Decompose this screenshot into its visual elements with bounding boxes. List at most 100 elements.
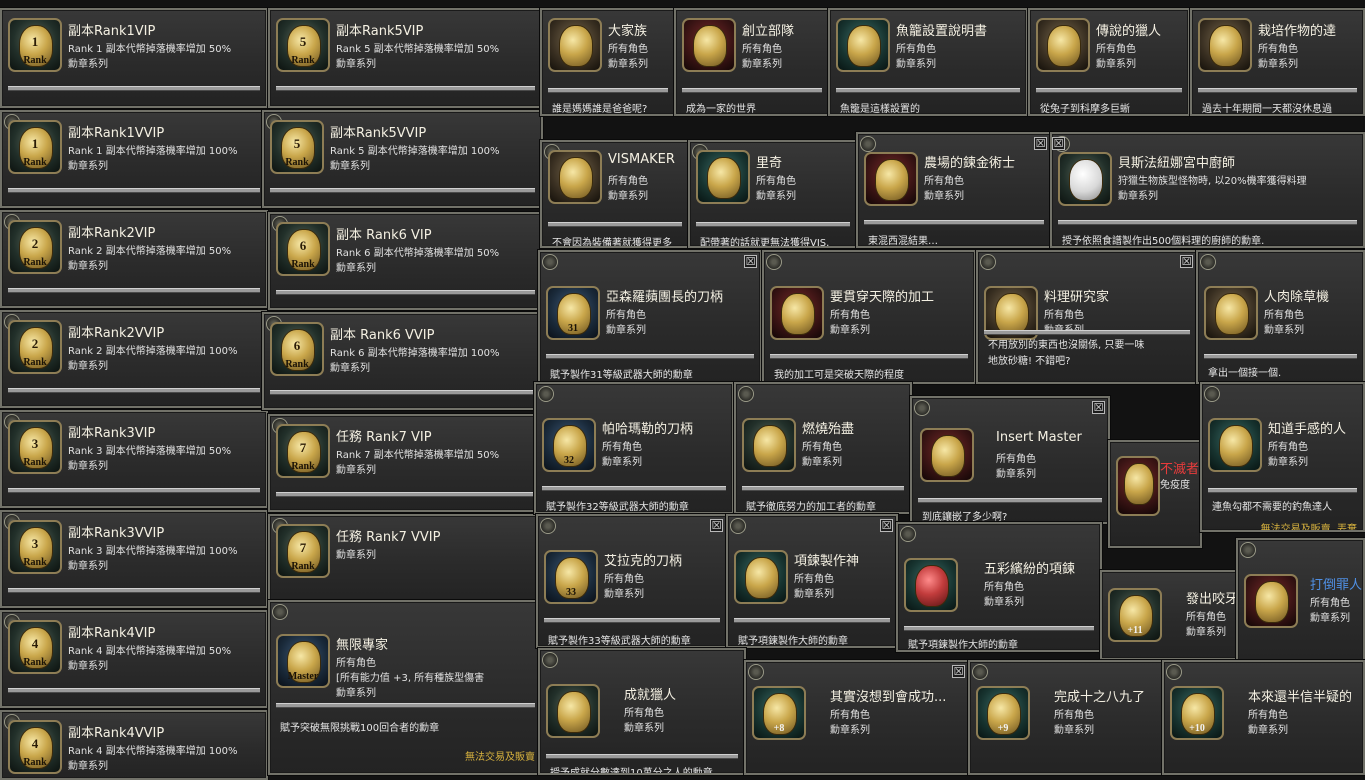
tooltip-farm-alchemist: ☒ 農場的鍊金術士 所有角色 勳章系列 東混西混結果… — [855, 131, 1053, 249]
ornament-icon — [748, 664, 764, 680]
item-desc: 授予成就分數達到10萬分之人的勳章 — [550, 768, 713, 775]
item-name: 要貫穿天際的加工 — [830, 290, 935, 305]
divider — [904, 626, 1094, 631]
item-series: 勳章系列 — [1258, 59, 1298, 70]
divider — [8, 86, 260, 91]
item-desc: 誰是媽媽誰是爸爸呢? — [552, 104, 648, 115]
item-roles: 所有角色 — [608, 176, 648, 187]
item-roles: 所有角色 — [1310, 598, 1350, 609]
master-crown-icon: Master — [276, 634, 330, 688]
tooltip-colorful-necklace: 五彩繽紛的項鍊 所有角色 勳章系列 賦予項鍊製作大師的勳章 — [895, 521, 1103, 653]
item-series: 勳章系列 — [602, 457, 642, 468]
tooltip-pahamal-hilt: 32 帕哈瑪勒的刀柄 所有角色 勳章系列 賦予製作32等級武器大師的勳章 — [533, 381, 735, 515]
item-name: 大家族 — [608, 24, 648, 39]
item-roles: 所有角色 — [604, 574, 644, 585]
close-icon[interactable]: ☒ — [952, 665, 965, 678]
item-desc: 賦予突破無限挑戰100回合者的勳章 — [280, 723, 440, 734]
rank-medal-icon: 5 Rank — [276, 18, 330, 72]
unit-icon — [682, 18, 736, 72]
item-name: 完成十之八九了 — [1054, 690, 1146, 705]
ornament-icon — [542, 652, 558, 668]
item-series: 勳章系列 — [336, 59, 376, 70]
ornament-icon — [738, 386, 754, 402]
ornament-icon — [272, 604, 288, 620]
item-name: 其實沒想到會成功... — [830, 690, 947, 705]
sword-hilt-icon: 31 — [546, 286, 600, 340]
close-icon[interactable]: ☒ — [710, 519, 723, 532]
vismaker-icon — [548, 150, 602, 204]
item-name: 傳說的獵人 — [1096, 24, 1162, 39]
item-desc: 賦予製作32等級武器大師的勳章 — [546, 502, 689, 513]
item-roles: 所有角色 — [624, 708, 664, 719]
item-effect: Rank 1 副本代幣掉落機率增加 100% — [68, 146, 238, 157]
item-effect: Rank 4 副本代幣掉落機率增加 100% — [68, 746, 238, 757]
item-name: 五彩繽紛的項鍊 — [984, 562, 1076, 577]
item-roles: 所有角色 — [794, 574, 834, 585]
item-name: 知道手感的人 — [1268, 422, 1347, 437]
tooltip-rank2-vvip: 2 Rank 副本Rank2VVIP Rank 2 副本代幣掉落機率增加 100%… — [0, 309, 269, 409]
tooltip-legendary-hunter: 傳說的獵人 所有角色 勳章系列 從兔子到科摩多巨蜥 — [1027, 7, 1191, 117]
item-series: 勳章系列 — [330, 161, 370, 172]
rank-medal-icon: 3 Rank — [8, 520, 62, 574]
rank-medal-icon: 7 Rank — [276, 524, 330, 578]
close-icon[interactable]: ☒ — [1034, 137, 1047, 150]
ornament-icon — [972, 664, 988, 680]
tooltip-human-mower: 人肉除草機 所有角色 勳章系列 拿出一個接一個. — [1195, 249, 1365, 385]
item-effect: Rank 6 副本代幣掉落機率增加 100% — [330, 348, 500, 359]
item-name: 艾拉克的刀柄 — [604, 554, 683, 569]
item-desc: 不用放別的東西也沒關係, 只要一味 — [988, 340, 1145, 351]
ornament-icon — [766, 254, 782, 270]
item-effect: Rank 5 副本代幣掉落機率增加 50% — [336, 44, 500, 55]
divider — [8, 288, 260, 293]
alchemist-icon — [864, 152, 918, 206]
item-series: 勳章系列 — [606, 325, 646, 336]
item-name: 副本Rank1VVIP — [68, 126, 165, 141]
plus9-icon: +9 — [976, 686, 1030, 740]
close-icon[interactable]: ☒ — [1052, 137, 1065, 150]
rank-medal-icon: 7 Rank — [276, 424, 330, 478]
tooltip-rank4-vip: 4 Rank 副本Rank4VIP Rank 4 副本代幣掉落機率增加 50% 勳… — [0, 609, 269, 709]
rank-medal-icon: 1 Rank — [8, 18, 62, 72]
item-roles: 所有角色 — [802, 442, 842, 453]
divider — [544, 618, 720, 623]
close-icon[interactable]: ☒ — [880, 519, 893, 532]
divider — [1198, 88, 1357, 93]
ornament-icon — [914, 400, 930, 416]
close-icon[interactable]: ☒ — [744, 255, 757, 268]
tooltip-gnashing: +11 發出咬牙 所有角色 勳章系列 — [1099, 569, 1241, 661]
item-roles: 所有角色 — [1268, 442, 1308, 453]
rank-medal-icon: 2 Rank — [8, 320, 62, 374]
trade-restriction: 無法交易及販賣, 丟棄 — [1260, 524, 1357, 532]
divider — [546, 754, 738, 759]
ornament-icon — [980, 254, 996, 270]
rank-medal-icon: 4 Rank — [8, 720, 62, 774]
item-series: 勳章系列 — [924, 191, 964, 202]
item-name: 副本Rank5VVIP — [330, 126, 427, 141]
item-name: 項鍊製作神 — [794, 554, 860, 569]
tooltip-rank5-vvip: 5 Rank 副本Rank5VVIP Rank 5 副本代幣掉落機率增加 100%… — [261, 109, 544, 209]
item-name: 副本Rank3VVIP — [68, 526, 165, 541]
close-icon[interactable]: ☒ — [1092, 401, 1105, 414]
divider — [546, 354, 754, 359]
item-name: 副本Rank4VIP — [68, 626, 156, 641]
item-roles: 所有角色 — [984, 582, 1024, 593]
tooltip-rank3-vip: 3 Rank 副本Rank3VIP Rank 3 副本代幣掉落機率增加 50% 勳… — [0, 409, 269, 509]
item-series: 勳章系列 — [1186, 627, 1226, 638]
item-name: Insert Master — [996, 430, 1082, 445]
tooltip-rank3-vvip: 3 Rank 副本Rank3VVIP Rank 3 副本代幣掉落機率增加 100%… — [0, 509, 269, 609]
tooltip-crop-master: 栽培作物的達 所有角色 勳章系列 過去十年期間一天都沒休息過 — [1189, 7, 1365, 117]
item-series: 勳章系列 — [336, 550, 376, 561]
item-roles: 所有角色 — [1264, 310, 1304, 321]
item-name: 副本 Rank6 VIP — [336, 228, 432, 243]
item-series: 勳章系列 — [1248, 725, 1288, 736]
item-roles: 所有角色 — [924, 176, 964, 187]
close-icon[interactable]: ☒ — [1180, 255, 1193, 268]
divider — [918, 498, 1102, 503]
item-roles: 所有角色 — [896, 44, 936, 55]
rank-medal-icon: 2 Rank — [8, 220, 62, 274]
item-roles: 所有角色 — [606, 310, 646, 321]
item-roles: 所有角色 — [1248, 710, 1288, 721]
tooltip-defeat-sinner: 打倒罪人 所有角色 勳章系列 — [1235, 537, 1365, 669]
item-desc: 賦予製作31等級武器大師的勳章 — [550, 370, 693, 381]
tooltip-immortal: 不滅者 免疫度 — [1107, 439, 1203, 549]
